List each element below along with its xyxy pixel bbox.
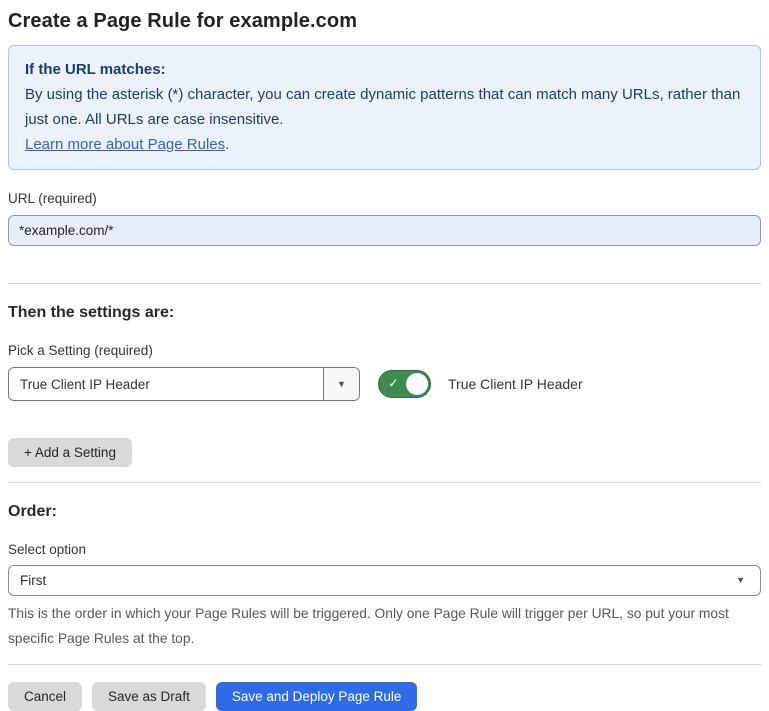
info-box-body: By using the asterisk (*) character, you… bbox=[25, 82, 744, 132]
toggle-group: ✓ True Client IP Header bbox=[378, 370, 583, 398]
order-select[interactable]: First ▼ bbox=[8, 565, 761, 596]
setting-row: True Client IP Header ▼ ✓ True Client IP… bbox=[8, 367, 761, 401]
order-select-value: First bbox=[20, 573, 46, 588]
toggle-label: True Client IP Header bbox=[448, 376, 583, 392]
order-section-heading: Order: bbox=[8, 503, 761, 521]
setting-select-value: True Client IP Header bbox=[9, 368, 323, 400]
link-period: . bbox=[225, 136, 229, 153]
info-box-link-line: Learn more about Page Rules. bbox=[25, 132, 744, 157]
url-input[interactable] bbox=[8, 215, 761, 246]
add-setting-button[interactable]: + Add a Setting bbox=[8, 438, 132, 467]
learn-more-link[interactable]: Learn more about Page Rules bbox=[25, 136, 225, 153]
save-as-draft-button[interactable]: Save as Draft bbox=[92, 682, 206, 711]
chevron-down-icon: ▼ bbox=[337, 380, 346, 389]
url-field-label: URL (required) bbox=[8, 191, 761, 206]
url-match-info-box: If the URL matches: By using the asteris… bbox=[8, 45, 761, 170]
page-rule-form: Create a Page Rule for example.com If th… bbox=[0, 0, 769, 711]
setting-toggle[interactable]: ✓ bbox=[378, 370, 431, 398]
order-select-label: Select option bbox=[8, 542, 761, 557]
settings-section-heading: Then the settings are: bbox=[8, 304, 761, 322]
page-title: Create a Page Rule for example.com bbox=[8, 8, 761, 34]
save-deploy-button[interactable]: Save and Deploy Page Rule bbox=[216, 682, 418, 711]
info-box-heading: If the URL matches: bbox=[25, 57, 744, 82]
cancel-button[interactable]: Cancel bbox=[8, 682, 82, 711]
section-divider bbox=[8, 482, 761, 483]
chevron-down-icon: ▼ bbox=[736, 576, 745, 585]
footer-actions: Cancel Save as Draft Save and Deploy Pag… bbox=[8, 682, 761, 711]
pick-setting-label: Pick a Setting (required) bbox=[8, 343, 761, 358]
check-icon: ✓ bbox=[388, 376, 399, 392]
section-divider bbox=[8, 664, 761, 665]
toggle-knob bbox=[406, 373, 428, 395]
section-divider bbox=[8, 283, 761, 284]
setting-select[interactable]: True Client IP Header ▼ bbox=[8, 367, 360, 401]
order-help-text: This is the order in which your Page Rul… bbox=[8, 601, 753, 651]
setting-select-caret-button[interactable]: ▼ bbox=[323, 368, 359, 400]
